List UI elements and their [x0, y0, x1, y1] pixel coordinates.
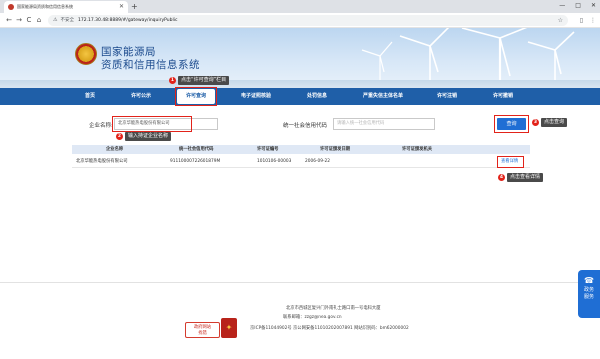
service-label-line2: 服务: [583, 294, 594, 300]
cell-credit-code: 91110000722601879M: [170, 159, 221, 164]
annotation-badge-3: 3: [532, 119, 539, 126]
gov-logo-text2: 找错: [198, 331, 207, 336]
reload-icon[interactable]: C: [24, 16, 34, 24]
annotation-tip-4: 点击查看详情: [507, 173, 544, 182]
site-favicon-icon: [8, 4, 14, 10]
omnibox-actions: ☆: [558, 17, 563, 24]
bookmark-star-icon[interactable]: ☆: [558, 17, 563, 24]
site-title-line2: 资质和信用信息系统: [101, 59, 200, 71]
browser-tab[interactable]: 国家能源局资质和信用信息系统 ✕: [4, 1, 128, 13]
col-credit-code: 统一社会信用代码: [179, 147, 214, 152]
service-phone-icon: ☎: [584, 276, 594, 285]
nav-license-publicity[interactable]: 许可公示: [124, 88, 158, 105]
annotation-badge-2: 2: [116, 133, 123, 140]
new-tab-button[interactable]: +: [131, 1, 138, 12]
police-badge-icon[interactable]: ✦: [221, 318, 237, 338]
cell-issue-date: 2006-09-22: [305, 159, 330, 164]
credit-code-input[interactable]: 请输入统一社会信用代码: [333, 118, 435, 130]
site-banner: 国家能源局 资质和信用信息系统: [0, 28, 600, 88]
annotation-tip-1: 点击“许可查询”栏目: [178, 76, 230, 85]
menu-icon[interactable]: ⋮: [590, 17, 596, 24]
highlight-view-details: [497, 156, 524, 168]
highlight-nav-license-query: [175, 87, 217, 106]
service-label-line1: 政务: [583, 287, 594, 293]
nav-penalty-info[interactable]: 处罚信息: [300, 88, 334, 105]
col-company-name: 企业名称: [106, 147, 124, 152]
col-license-no: 许可证编号: [257, 147, 279, 152]
browser-toolbar: ← → C ⌂ ⚠ 不安全 172.17.30.48:8889/#/gatewa…: [0, 13, 600, 28]
footer-email: 联系邮箱：zzgz@nea.gov.cn: [283, 315, 342, 320]
annotation-badge-1: 1: [169, 77, 176, 84]
not-secure-label: 不安全: [60, 18, 74, 23]
main-nav: 首页 许可公示 许可查询 电子证照核验 处罚信息 严重失信主体名单 许可注销 许…: [0, 88, 600, 105]
url-text[interactable]: 172.17.30.48:8889/#/gateway/inquiryPubli…: [78, 18, 178, 23]
nav-blacklist[interactable]: 严重失信主体名单: [352, 88, 414, 105]
tab-title: 国家能源局资质和信用信息系统: [17, 4, 73, 9]
banner-ground: [0, 80, 600, 88]
warning-icon[interactable]: ⚠: [53, 17, 57, 23]
back-icon[interactable]: ←: [4, 16, 14, 24]
cell-license-no: 1010106-00003: [257, 159, 292, 164]
nav-home[interactable]: 首页: [74, 88, 106, 105]
forward-icon[interactable]: →: [14, 16, 24, 24]
window-controls: — □ ✕: [559, 0, 596, 12]
gov-website-error-logo[interactable]: 政府网站 找错: [185, 322, 220, 338]
highlight-company-input: [112, 116, 192, 132]
table-header: 企业名称 统一社会信用代码 许可证编号 许可证颁发日期 许可证颁发机关: [72, 145, 530, 154]
footer-icp: 京ICP备11044902号 京公网安备11010202007891 网站识别码…: [250, 326, 409, 331]
highlight-search-button: [494, 115, 529, 133]
close-window-icon[interactable]: ✕: [591, 0, 596, 12]
maximize-icon[interactable]: □: [575, 0, 581, 12]
credit-code-label: 统一社会信用代码: [283, 123, 328, 129]
annotation-tip-2: 输入持证企业名称: [125, 132, 172, 141]
sidepanel-icon[interactable]: ▯: [580, 17, 583, 24]
minimize-icon[interactable]: —: [559, 0, 565, 12]
table-row: 北京华能热电股份有限公司 91110000722601879M 1010106-…: [72, 156, 530, 168]
home-icon[interactable]: ⌂: [34, 16, 44, 24]
nav-license-cancel[interactable]: 许可注销: [430, 88, 464, 105]
tab-close-icon[interactable]: ✕: [119, 4, 124, 10]
annotation-tip-3: 点击查询: [541, 118, 568, 127]
annotation-badge-4: 4: [498, 174, 505, 181]
nav-license-revoke[interactable]: 许可撤销: [486, 88, 520, 105]
company-name-label: 企业名称:: [89, 123, 113, 129]
cell-company-name: 北京华能热电股份有限公司: [76, 159, 128, 164]
col-issuing-authority: 许可证颁发机关: [402, 147, 433, 152]
col-issue-date: 许可证颁发日期: [320, 147, 351, 152]
footer-address: 北京市西城区复兴门外南礼士路口南一号电科大厦: [286, 306, 381, 311]
browser-tab-bar: 国家能源局资质和信用信息系统 ✕ + — □ ✕: [0, 0, 600, 13]
gov-service-widget[interactable]: ☎ 政务 服务: [578, 270, 600, 318]
nav-e-license-verify[interactable]: 电子证照核验: [232, 88, 280, 105]
footer-divider: [0, 282, 578, 283]
national-emblem-icon: [75, 43, 97, 65]
address-bar[interactable]: ⚠ 不安全 172.17.30.48:8889/#/gateway/inquir…: [48, 14, 568, 26]
toolbar-actions: ▯ ⋮: [580, 17, 596, 24]
